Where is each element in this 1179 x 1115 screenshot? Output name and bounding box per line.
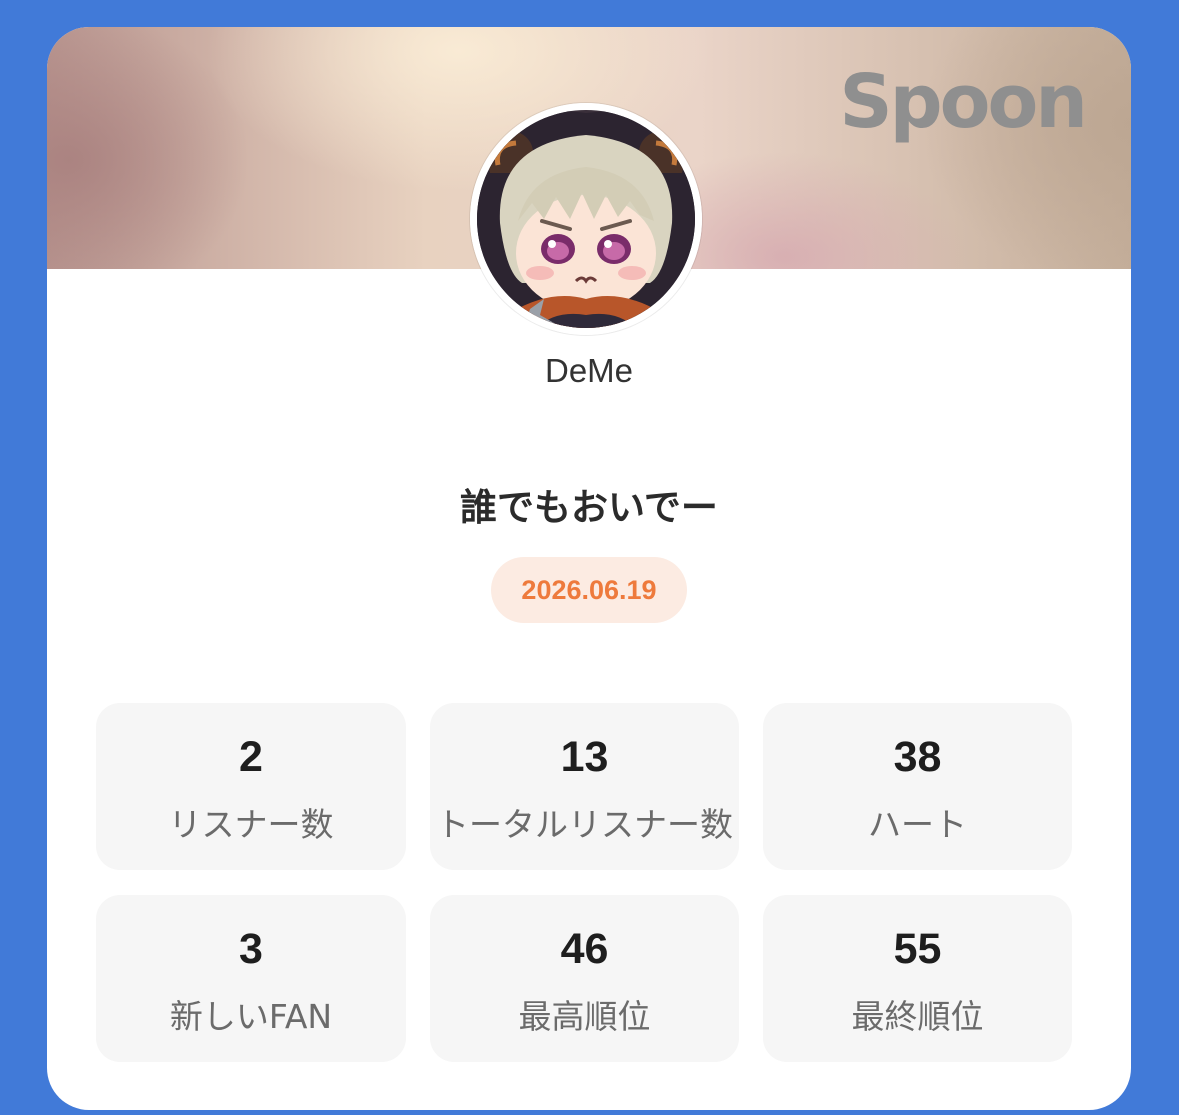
- stat-label: 最終順位: [851, 997, 984, 1036]
- stats-grid: 2 リスナー数 13 トータルリスナー数 38 ハート 3 新しいFAN 46 …: [96, 703, 1072, 1062]
- stat-card-listeners: 2 リスナー数: [96, 703, 406, 870]
- stat-value: 46: [560, 925, 609, 973]
- username: DeMe: [544, 352, 634, 389]
- stat-value: 2: [239, 733, 263, 781]
- live-report-card: Spoon DeMe 誰でもおいでー 2026.06.19 2 リスナー数 13…: [47, 27, 1131, 1110]
- stat-value: 55: [893, 925, 942, 973]
- stat-card-final-rank: 55 最終順位: [763, 895, 1072, 1062]
- stat-card-total-listeners: 13 トータルリスナー数: [430, 703, 739, 870]
- stat-value: 38: [893, 733, 942, 781]
- date-badge: 2026.06.19: [491, 557, 687, 623]
- stat-card-hearts: 38 ハート: [763, 703, 1072, 870]
- avatar[interactable]: [470, 103, 702, 335]
- stat-label: 新しいFAN: [169, 997, 333, 1036]
- stat-value: 3: [239, 925, 263, 973]
- stat-label: 最高順位: [518, 997, 651, 1036]
- stat-value: 13: [560, 733, 609, 781]
- stat-card-new-fans: 3 新しいFAN: [96, 895, 406, 1062]
- stat-label: トータルリスナー数: [436, 805, 733, 844]
- spoon-logo: Spoon: [839, 59, 1088, 145]
- stat-card-highest-rank: 46 最高順位: [430, 895, 739, 1062]
- stat-label: ハート: [868, 805, 967, 844]
- stat-label: リスナー数: [168, 805, 334, 844]
- live-title: 誰でもおいでー: [460, 486, 718, 529]
- anime-character-avatar-icon: [470, 103, 702, 335]
